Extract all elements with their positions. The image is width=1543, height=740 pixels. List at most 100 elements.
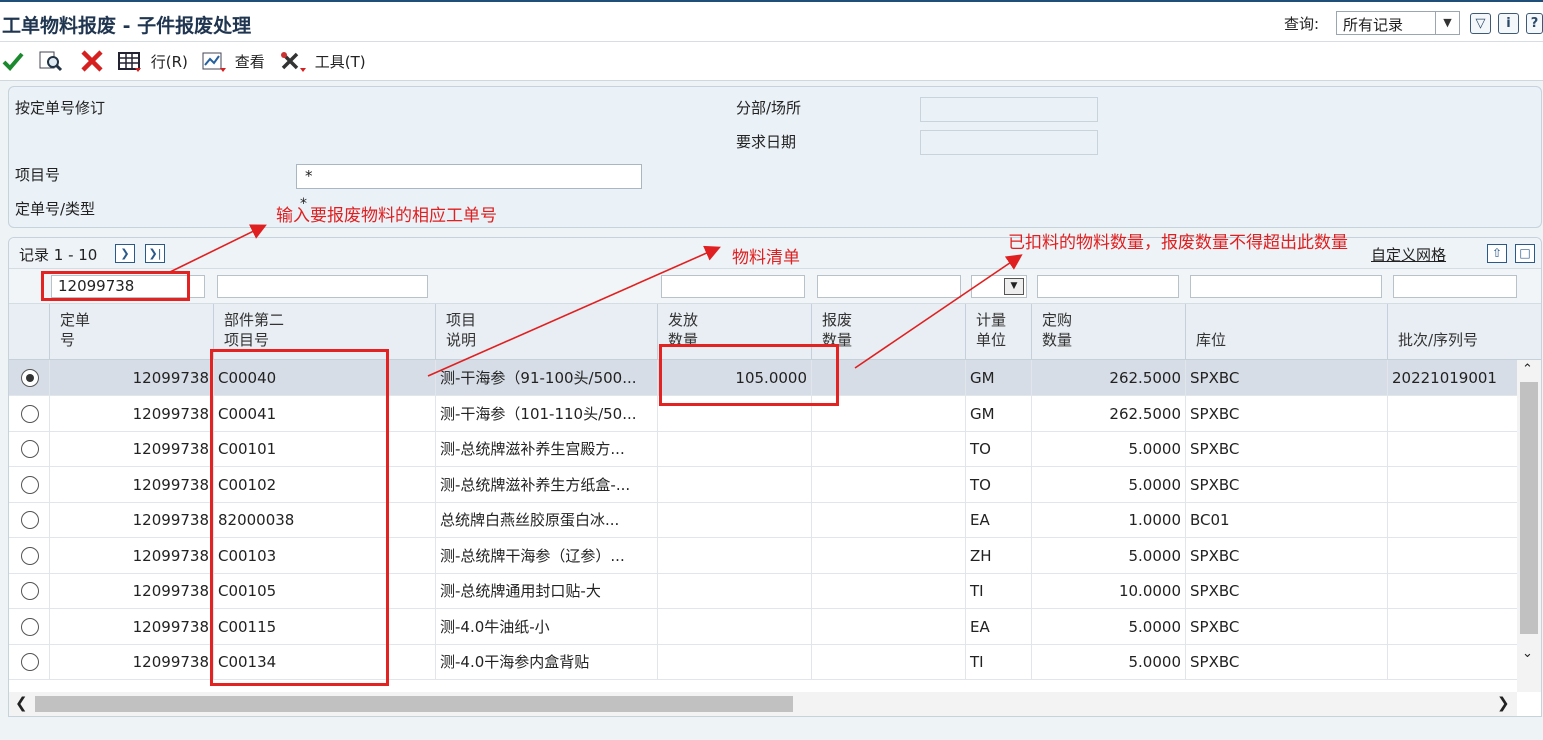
row-select-radio[interactable]	[21, 582, 39, 600]
grid-icon	[118, 51, 141, 72]
find-button[interactable]	[38, 50, 64, 72]
vertical-scroll-thumb[interactable]	[1520, 382, 1538, 634]
col-uom[interactable]: 计量 单位	[965, 304, 1031, 360]
maximize-icon[interactable]: □	[1515, 244, 1535, 263]
cell-order: 12099738	[49, 608, 213, 645]
cell-order: 12099738	[49, 573, 213, 609]
col-ordqty[interactable]: 定购 数量	[1031, 304, 1185, 360]
cell-issued	[657, 644, 811, 680]
cell-scrap[interactable]	[811, 502, 965, 538]
revise-by-order-label: 按定单号修订	[15, 99, 106, 117]
col-order[interactable]: 定单号	[49, 304, 213, 360]
help-icon[interactable]: ?	[1526, 13, 1543, 34]
cell-lot	[1387, 466, 1517, 503]
item-number-input[interactable]: *	[296, 164, 642, 189]
filter-lot-input[interactable]	[1393, 275, 1517, 298]
col-desc[interactable]: 项目 说明	[435, 304, 657, 360]
annotation-qty-hint: 已扣料的物料数量，报废数量不得超出此数量	[1008, 233, 1348, 253]
row-select-radio[interactable]	[21, 653, 39, 671]
row-select-radio[interactable]	[21, 404, 39, 423]
cell-scrap[interactable]	[811, 644, 965, 680]
filter-part-input[interactable]	[217, 275, 428, 298]
cell-ordqty: 262.5000	[1031, 395, 1185, 432]
chevron-down-icon[interactable]: ▼	[1435, 12, 1459, 34]
row-select-radio[interactable]	[21, 440, 39, 458]
horizontal-scrollbar[interactable]: ❮ ❯	[9, 692, 1517, 716]
cell-scrap[interactable]	[811, 431, 965, 467]
cell-scrap[interactable]	[811, 608, 965, 645]
chevron-up-icon[interactable]: ⌃	[1522, 362, 1533, 377]
annotation-bom-hint: 物料清单	[732, 248, 800, 268]
ok-button[interactable]	[2, 50, 24, 72]
cell-uom: ZH	[965, 537, 1031, 574]
cell-desc: 总统牌白燕丝胶原蛋白冰...	[435, 502, 657, 538]
last-page-icon[interactable]: ❯|	[145, 244, 165, 263]
cell-loc: SPXBC	[1185, 431, 1387, 467]
request-date-label: 要求日期	[736, 133, 797, 151]
cell-ordqty: 5.0000	[1031, 431, 1185, 467]
cell-order: 12099738	[49, 466, 213, 503]
cell-scrap[interactable]	[811, 537, 965, 574]
cell-order: 12099738	[49, 537, 213, 574]
tools-menu-button[interactable]: 工具(T)	[280, 50, 370, 72]
cell-scrap[interactable]	[811, 573, 965, 609]
info-icon[interactable]: i	[1498, 13, 1519, 34]
row-menu-button[interactable]: 行(R)	[118, 50, 188, 72]
order-type-label: 定单号/类型	[15, 200, 96, 218]
request-date-field	[920, 130, 1098, 155]
cell-lot	[1387, 573, 1517, 609]
filter-ordqty-input[interactable]	[1037, 275, 1179, 298]
horizontal-scroll-thumb[interactable]	[35, 696, 793, 712]
row-select-radio[interactable]	[21, 617, 39, 636]
chart-view-icon	[202, 52, 226, 72]
title-bar: 工单物料报废 - 子件报废处理 查询: 所有记录 ▼ ▽ i ?	[0, 0, 1543, 42]
chevron-left-icon[interactable]: ❮	[15, 694, 28, 712]
cell-issued	[657, 608, 811, 645]
vertical-scrollbar[interactable]: ⌃ ⌄	[1517, 360, 1541, 692]
cell-order: 12099738	[49, 395, 213, 432]
cell-uom: EA	[965, 502, 1031, 538]
cell-lot	[1387, 431, 1517, 467]
filter-icon[interactable]: ▽	[1470, 13, 1491, 34]
filter-uom-select[interactable]: ▼	[971, 275, 1027, 298]
row-select-radio[interactable]	[21, 369, 39, 387]
filter-scrap-input[interactable]	[817, 275, 961, 298]
cancel-button[interactable]	[80, 50, 104, 72]
filter-location-input[interactable]	[1190, 275, 1382, 298]
checkmark-icon	[2, 52, 24, 71]
cell-ordqty: 5.0000	[1031, 644, 1185, 680]
cell-uom: GM	[965, 395, 1031, 432]
cell-order: 12099738	[49, 644, 213, 680]
query-select-value: 所有记录	[1343, 16, 1404, 34]
chevron-down-icon[interactable]: ⌄	[1522, 646, 1533, 661]
cell-issued	[657, 431, 811, 467]
cell-lot	[1387, 608, 1517, 645]
view-menu-button[interactable]: 查看	[202, 50, 272, 72]
query-select[interactable]: 所有记录 ▼	[1336, 11, 1460, 35]
cell-uom: TO	[965, 431, 1031, 467]
row-select-radio[interactable]	[21, 511, 39, 529]
cell-lot	[1387, 644, 1517, 680]
col-lot[interactable]: 批次/序列号	[1387, 304, 1517, 360]
col-location[interactable]: 库位	[1185, 304, 1387, 360]
cell-ordqty: 5.0000	[1031, 608, 1185, 645]
search-icon	[39, 51, 63, 72]
cell-uom: TI	[965, 644, 1031, 680]
cell-scrap[interactable]	[811, 466, 965, 503]
branch-field	[920, 97, 1098, 122]
header-form: 按定单号修订 分部/场所 要求日期 项目号 * 定单号/类型 *	[8, 86, 1542, 228]
row-select-radio[interactable]	[21, 475, 39, 494]
cell-desc: 测-4.0牛油纸-小	[435, 608, 657, 645]
filter-issued-input[interactable]	[661, 275, 805, 298]
chevron-down-icon[interactable]: ▼	[1004, 278, 1024, 295]
cell-order: 12099738	[49, 360, 213, 396]
cell-desc: 测-总统牌通用封口贴-大	[435, 573, 657, 609]
cell-uom: TI	[965, 573, 1031, 609]
next-page-icon[interactable]: ❯	[115, 244, 135, 263]
export-icon[interactable]: ⇧	[1487, 244, 1507, 263]
row-select-radio[interactable]	[21, 546, 39, 565]
chevron-right-icon[interactable]: ❯	[1497, 694, 1510, 712]
customize-grid-link[interactable]: 自定义网格	[1371, 244, 1446, 265]
cell-uom: GM	[965, 360, 1031, 396]
view-menu-label: 查看	[234, 52, 265, 71]
